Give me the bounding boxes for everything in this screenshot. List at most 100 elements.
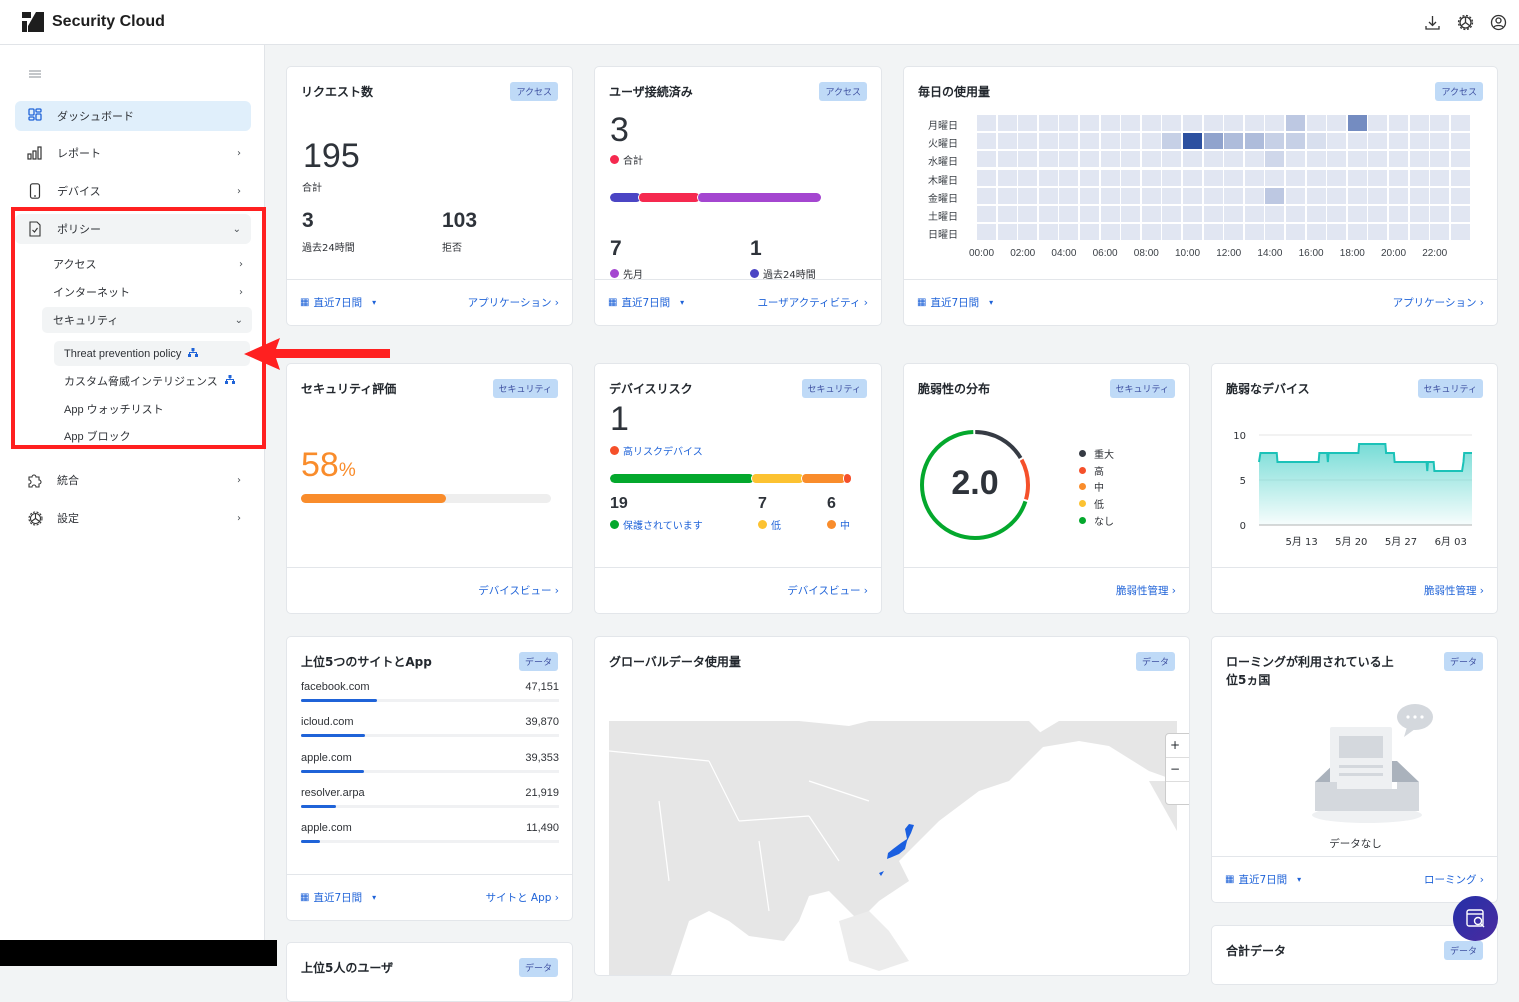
sidebar-item-settings[interactable]: 設定 › xyxy=(15,503,251,533)
heatmap-cell[interactable] xyxy=(1244,224,1264,241)
heatmap-cell[interactable] xyxy=(1059,151,1079,168)
vulnerability-management-link[interactable]: 脆弱性管理 › xyxy=(1424,583,1484,598)
device-view-link[interactable]: デバイスビュー › xyxy=(478,583,559,598)
heatmap-cell[interactable] xyxy=(1080,224,1099,241)
heatmap-cell[interactable] xyxy=(1430,151,1450,168)
heatmap-cell[interactable] xyxy=(997,151,1017,168)
high-risk-label[interactable]: 高リスクデバイス xyxy=(610,443,703,458)
heatmap-cell[interactable] xyxy=(977,115,996,131)
heatmap-cell[interactable] xyxy=(1430,115,1450,131)
heatmap-cell[interactable] xyxy=(1162,169,1182,186)
heatmap-cell[interactable] xyxy=(1080,169,1099,186)
heatmap-cell[interactable] xyxy=(1100,206,1120,222)
heatmap-cell[interactable] xyxy=(1224,133,1244,150)
heatmap-cell[interactable] xyxy=(1450,187,1470,204)
heatmap-cell[interactable] xyxy=(1286,187,1305,204)
heatmap-cell[interactable] xyxy=(1141,224,1161,241)
heatmap-cell[interactable] xyxy=(1347,169,1367,186)
heatmap-cell[interactable] xyxy=(1100,169,1120,186)
heatmap-cell[interactable] xyxy=(1306,133,1326,150)
gear-icon[interactable] xyxy=(1455,12,1476,33)
heatmap-cell[interactable] xyxy=(1121,224,1141,241)
heatmap-cell[interactable] xyxy=(1018,169,1038,186)
heatmap-cell[interactable] xyxy=(1038,133,1058,150)
heatmap-cell[interactable] xyxy=(1244,169,1264,186)
heatmap-cell[interactable] xyxy=(977,187,996,204)
heatmap-cell[interactable] xyxy=(1368,115,1388,131)
heatmap-cell[interactable] xyxy=(1265,224,1285,241)
heatmap-cell[interactable] xyxy=(1430,169,1450,186)
search-assistant-button[interactable] xyxy=(1453,896,1498,941)
heatmap-cell[interactable] xyxy=(1162,133,1182,150)
sites-and-apps-link[interactable]: サイトと App › xyxy=(486,890,559,905)
heatmap-cell[interactable] xyxy=(1183,224,1202,241)
site-list-item[interactable]: apple.com 39,353 xyxy=(301,752,559,773)
heatmap-cell[interactable] xyxy=(977,224,996,241)
heatmap-cell[interactable] xyxy=(1203,133,1223,150)
protected-label[interactable]: 保護されています xyxy=(610,517,703,532)
user-activity-link[interactable]: ユーザアクティビティ › xyxy=(757,295,868,310)
heatmap-cell[interactable] xyxy=(1265,169,1285,186)
heatmap-cell[interactable] xyxy=(1244,151,1264,168)
user-icon[interactable] xyxy=(1488,12,1509,33)
heatmap-cell[interactable] xyxy=(1224,206,1244,222)
heatmap-cell[interactable] xyxy=(1327,133,1347,150)
heatmap-cell[interactable] xyxy=(1347,115,1367,131)
heatmap-cell[interactable] xyxy=(1224,115,1244,131)
applications-link[interactable]: アプリケーション › xyxy=(1393,295,1484,310)
heatmap-cell[interactable] xyxy=(1038,169,1058,186)
heatmap-cell[interactable] xyxy=(1038,224,1058,241)
heatmap-cell[interactable] xyxy=(1368,206,1388,222)
heatmap-cell[interactable] xyxy=(1286,133,1305,150)
heatmap-cell[interactable] xyxy=(1450,206,1470,222)
heatmap-cell[interactable] xyxy=(1203,169,1223,186)
heatmap-cell[interactable] xyxy=(1121,169,1141,186)
heatmap-cell[interactable] xyxy=(1203,206,1223,222)
heatmap-cell[interactable] xyxy=(977,206,996,222)
heatmap-cell[interactable] xyxy=(1080,206,1099,222)
heatmap-cell[interactable] xyxy=(1080,187,1099,204)
heatmap-cell[interactable] xyxy=(1430,187,1450,204)
heatmap-cell[interactable] xyxy=(1018,115,1038,131)
sidebar-item-integrations[interactable]: 統合 › xyxy=(15,465,251,495)
heatmap-cell[interactable] xyxy=(997,187,1017,204)
site-list-item[interactable]: facebook.com 47,151 xyxy=(301,681,559,702)
heatmap-cell[interactable] xyxy=(1450,133,1470,150)
date-range-dropdown[interactable]: ▦ 直近7日間 ▾ xyxy=(1225,872,1301,887)
heatmap-cell[interactable] xyxy=(1203,151,1223,168)
heatmap-cell[interactable] xyxy=(1327,187,1347,204)
world-map[interactable] xyxy=(609,721,1177,976)
heatmap-cell[interactable] xyxy=(1121,133,1141,150)
heatmap-cell[interactable] xyxy=(1409,224,1429,241)
heatmap-cell[interactable] xyxy=(1306,169,1326,186)
heatmap-cell[interactable] xyxy=(1430,206,1450,222)
heatmap-cell[interactable] xyxy=(1141,187,1161,204)
heatmap-cell[interactable] xyxy=(1327,151,1347,168)
heatmap-cell[interactable] xyxy=(1327,206,1347,222)
heatmap-cell[interactable] xyxy=(1059,206,1079,222)
heatmap-cell[interactable] xyxy=(977,169,996,186)
heatmap-cell[interactable] xyxy=(1059,115,1079,131)
heatmap-cell[interactable] xyxy=(977,151,996,168)
device-view-link[interactable]: デバイスビュー › xyxy=(787,583,868,598)
heatmap-cell[interactable] xyxy=(1450,115,1470,131)
heatmap-cell[interactable] xyxy=(1224,224,1244,241)
heatmap-cell[interactable] xyxy=(1389,187,1408,204)
heatmap-cell[interactable] xyxy=(997,206,1017,222)
date-range-dropdown[interactable]: ▦ 直近7日間 ▾ xyxy=(917,295,993,310)
heatmap-cell[interactable] xyxy=(1368,187,1388,204)
heatmap-cell[interactable] xyxy=(1389,169,1408,186)
heatmap-cell[interactable] xyxy=(1286,224,1305,241)
heatmap-cell[interactable] xyxy=(1038,206,1058,222)
heatmap-cell[interactable] xyxy=(1286,206,1305,222)
heatmap-cell[interactable] xyxy=(1244,206,1264,222)
heatmap-cell[interactable] xyxy=(1141,206,1161,222)
heatmap-cell[interactable] xyxy=(1265,115,1285,131)
heatmap-cell[interactable] xyxy=(1183,151,1202,168)
heatmap-cell[interactable] xyxy=(1203,224,1223,241)
heatmap-cell[interactable] xyxy=(1306,187,1326,204)
heatmap-cell[interactable] xyxy=(1389,206,1408,222)
heatmap-cell[interactable] xyxy=(1183,169,1202,186)
heatmap-cell[interactable] xyxy=(1306,224,1326,241)
heatmap-cell[interactable] xyxy=(1183,187,1202,204)
